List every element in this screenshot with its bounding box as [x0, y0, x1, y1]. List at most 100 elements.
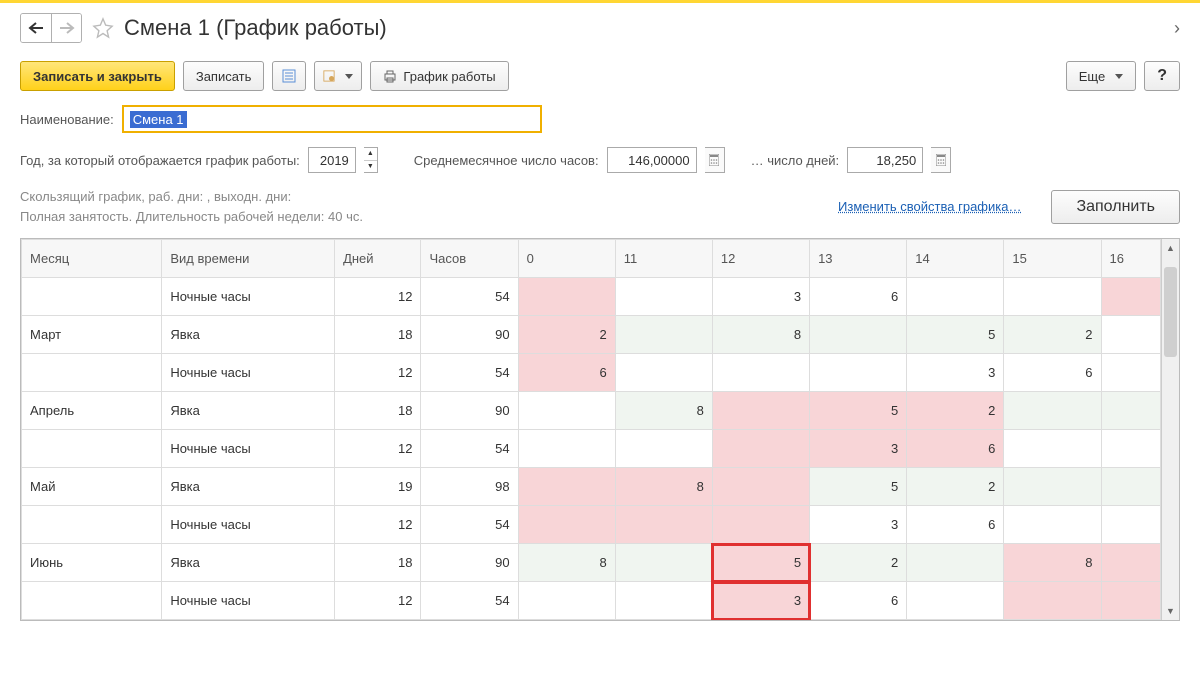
table-row[interactable]: Ночные часы125436 — [22, 430, 1161, 468]
day-cell[interactable] — [1101, 316, 1160, 354]
day-cell[interactable] — [907, 582, 1004, 620]
day-cell[interactable] — [810, 354, 907, 392]
back-button[interactable] — [21, 14, 51, 42]
col-header[interactable]: 11 — [615, 240, 712, 278]
day-cell[interactable]: 6 — [518, 354, 615, 392]
day-cell[interactable]: 3 — [712, 278, 809, 316]
day-cell[interactable]: 6 — [907, 430, 1004, 468]
year-spinner[interactable]: ▲▼ — [364, 147, 378, 173]
day-cell[interactable]: 3 — [907, 354, 1004, 392]
table-row[interactable]: МайЯвка1998852 — [22, 468, 1161, 506]
vertical-scrollbar[interactable]: ▲ ▼ — [1161, 239, 1179, 620]
day-cell[interactable] — [1101, 506, 1160, 544]
table-row[interactable]: ИюньЯвка18908528 — [22, 544, 1161, 582]
day-cell[interactable] — [615, 354, 712, 392]
day-cell[interactable] — [615, 582, 712, 620]
day-cell[interactable] — [1101, 544, 1160, 582]
day-cell[interactable]: 3 — [810, 430, 907, 468]
day-cell[interactable] — [1004, 392, 1101, 430]
day-cell[interactable]: 2 — [810, 544, 907, 582]
day-cell[interactable] — [518, 582, 615, 620]
schedule-table[interactable]: МесяцВид времениДнейЧасов0111213141516Но… — [20, 238, 1180, 621]
change-properties-link[interactable]: Изменить свойства графика… — [838, 199, 1021, 214]
save-and-close-button[interactable]: Записать и закрыть — [20, 61, 175, 91]
table-row[interactable]: МартЯвка18902852 — [22, 316, 1161, 354]
save-button[interactable]: Записать — [183, 61, 265, 91]
day-cell[interactable] — [518, 392, 615, 430]
col-header[interactable]: 16 — [1101, 240, 1160, 278]
name-input[interactable]: Смена 1 — [122, 105, 542, 133]
day-cell[interactable] — [615, 544, 712, 582]
table-row[interactable]: Ночные часы125436 — [22, 278, 1161, 316]
list-icon-button[interactable] — [272, 61, 306, 91]
day-cell[interactable] — [712, 392, 809, 430]
avg-hours-input[interactable]: 146,00000 — [607, 147, 697, 173]
day-cell[interactable]: 8 — [712, 316, 809, 354]
day-cell[interactable] — [1004, 430, 1101, 468]
avg-days-input[interactable]: 18,250 — [847, 147, 923, 173]
day-cell[interactable]: 3 — [810, 506, 907, 544]
day-cell[interactable] — [615, 430, 712, 468]
day-cell[interactable]: 8 — [615, 468, 712, 506]
day-cell[interactable] — [518, 468, 615, 506]
day-cell[interactable]: 8 — [615, 392, 712, 430]
day-cell[interactable] — [712, 468, 809, 506]
close-icon[interactable]: › — [1174, 18, 1180, 39]
day-cell[interactable]: 6 — [810, 278, 907, 316]
day-cell[interactable]: 8 — [1004, 544, 1101, 582]
day-cell[interactable]: 3 — [712, 582, 809, 620]
day-cell[interactable] — [1101, 392, 1160, 430]
day-cell[interactable] — [712, 506, 809, 544]
day-cell[interactable]: 2 — [518, 316, 615, 354]
day-cell[interactable] — [712, 354, 809, 392]
scroll-up-icon[interactable]: ▲ — [1162, 239, 1179, 257]
col-header[interactable]: 12 — [712, 240, 809, 278]
col-header[interactable]: Вид времени — [162, 240, 335, 278]
day-cell[interactable] — [1101, 354, 1160, 392]
calculator-icon[interactable] — [931, 147, 951, 173]
day-cell[interactable]: 6 — [810, 582, 907, 620]
day-cell[interactable] — [1004, 506, 1101, 544]
forward-button[interactable] — [51, 14, 81, 42]
day-cell[interactable] — [1004, 582, 1101, 620]
day-cell[interactable]: 2 — [907, 468, 1004, 506]
day-cell[interactable] — [615, 278, 712, 316]
day-cell[interactable] — [1101, 468, 1160, 506]
settings-icon-button[interactable] — [314, 61, 362, 91]
scroll-down-icon[interactable]: ▼ — [1162, 602, 1179, 620]
calculator-icon[interactable] — [705, 147, 725, 173]
schedule-button[interactable]: График работы — [370, 61, 508, 91]
day-cell[interactable] — [1004, 278, 1101, 316]
day-cell[interactable] — [712, 430, 809, 468]
day-cell[interactable] — [615, 316, 712, 354]
day-cell[interactable] — [518, 278, 615, 316]
table-row[interactable]: АпрельЯвка1890852 — [22, 392, 1161, 430]
day-cell[interactable]: 5 — [810, 392, 907, 430]
col-header[interactable]: Часов — [421, 240, 518, 278]
star-icon[interactable] — [92, 17, 114, 39]
col-header[interactable]: 15 — [1004, 240, 1101, 278]
fill-button[interactable]: Заполнить — [1051, 190, 1180, 224]
table-row[interactable]: Ночные часы125436 — [22, 506, 1161, 544]
day-cell[interactable]: 5 — [810, 468, 907, 506]
day-cell[interactable] — [518, 506, 615, 544]
day-cell[interactable] — [1101, 582, 1160, 620]
col-header[interactable]: Месяц — [22, 240, 162, 278]
col-header[interactable]: 14 — [907, 240, 1004, 278]
day-cell[interactable]: 5 — [907, 316, 1004, 354]
day-cell[interactable] — [1101, 278, 1160, 316]
day-cell[interactable]: 6 — [1004, 354, 1101, 392]
table-row[interactable]: Ночные часы1254636 — [22, 354, 1161, 392]
table-row[interactable]: Ночные часы125436 — [22, 582, 1161, 620]
day-cell[interactable] — [1101, 430, 1160, 468]
day-cell[interactable] — [615, 506, 712, 544]
day-cell[interactable]: 6 — [907, 506, 1004, 544]
col-header[interactable]: 0 — [518, 240, 615, 278]
help-button[interactable]: ? — [1144, 61, 1180, 91]
day-cell[interactable] — [518, 430, 615, 468]
col-header[interactable]: 13 — [810, 240, 907, 278]
day-cell[interactable] — [1004, 468, 1101, 506]
day-cell[interactable] — [907, 278, 1004, 316]
day-cell[interactable]: 2 — [907, 392, 1004, 430]
year-input[interactable]: 2019 — [308, 147, 356, 173]
